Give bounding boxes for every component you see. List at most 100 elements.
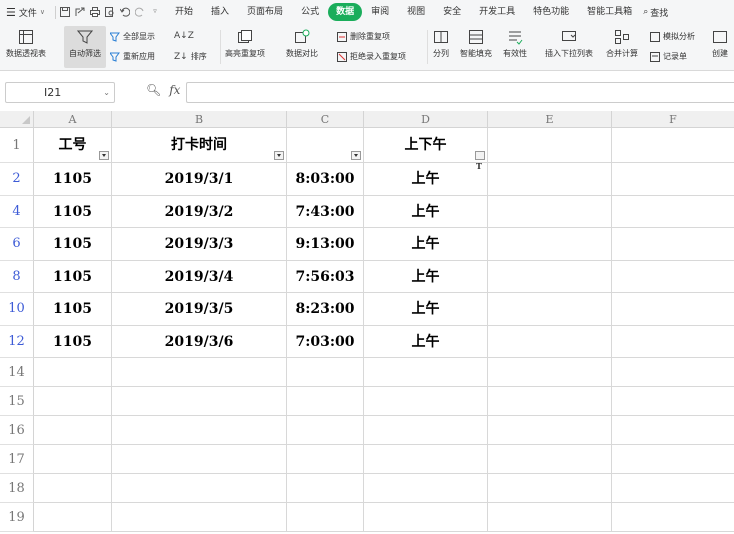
empty-cell[interactable] [612, 163, 734, 196]
tab-home[interactable]: 开始 [166, 3, 202, 21]
empty-cell[interactable] [612, 228, 734, 261]
empty-cell[interactable] [364, 474, 488, 503]
row-header[interactable]: 15 [0, 387, 34, 416]
empty-cell[interactable] [34, 503, 112, 532]
tab-developer[interactable]: 开发工具 [470, 3, 524, 21]
empty-cell[interactable] [34, 358, 112, 387]
formula-input[interactable] [186, 82, 734, 103]
cell-clock-date[interactable]: 2019/3/1 [112, 163, 287, 196]
header-cell-employee-id[interactable]: 工号 [34, 128, 112, 163]
empty-cell[interactable] [112, 387, 287, 416]
empty-cell[interactable] [612, 326, 734, 358]
consolidate-button[interactable]: 合并计算 [606, 24, 638, 59]
row-header[interactable]: 17 [0, 445, 34, 474]
cell-employee-id[interactable]: 1105 [34, 195, 112, 228]
redo-icon[interactable] [134, 7, 145, 17]
empty-cell[interactable] [612, 503, 734, 532]
row-header[interactable]: 14 [0, 358, 34, 387]
column-header-c[interactable]: C [287, 111, 364, 128]
empty-cell[interactable] [287, 445, 364, 474]
filter-dropdown-button[interactable] [274, 151, 284, 160]
empty-cell[interactable] [112, 358, 287, 387]
empty-cell[interactable] [488, 416, 612, 445]
empty-cell[interactable] [488, 293, 612, 326]
tab-insert[interactable]: 插入 [202, 3, 238, 21]
zoom-icon[interactable]: 🔍︎ [146, 83, 161, 97]
cell-clock-time[interactable]: 7:56:03 [287, 260, 364, 293]
empty-cell[interactable] [364, 503, 488, 532]
sort-button[interactable]: Z↓ 排序 [174, 51, 207, 62]
empty-cell[interactable] [34, 416, 112, 445]
cell-am-pm[interactable]: 上午 [364, 325, 488, 358]
remove-duplicates-button[interactable]: 删除重复项 [337, 31, 390, 42]
empty-cell[interactable] [34, 474, 112, 503]
cell-employee-id[interactable]: 1105 [34, 325, 112, 358]
row-header[interactable]: 2 [0, 163, 34, 196]
cell-clock-time[interactable]: 8:03:00 [287, 163, 364, 196]
empty-cell[interactable] [112, 445, 287, 474]
empty-cell[interactable] [364, 358, 488, 387]
empty-cell[interactable] [488, 325, 612, 358]
empty-cell[interactable] [112, 416, 287, 445]
row-header[interactable]: 1 [0, 128, 34, 163]
empty-cell[interactable] [488, 163, 612, 196]
empty-cell[interactable] [34, 387, 112, 416]
sort-ascending-button[interactable]: A↓Z [174, 31, 194, 41]
empty-cell[interactable] [287, 474, 364, 503]
cell-clock-time[interactable]: 8:23:00 [287, 293, 364, 326]
chevron-down-icon[interactable]: ⌄ [103, 83, 110, 102]
empty-cell[interactable] [287, 358, 364, 387]
search-button[interactable]: ⌕ 查找 [643, 6, 668, 19]
undo-icon[interactable] [119, 7, 131, 17]
filter-dropdown-button[interactable] [351, 151, 361, 160]
row-header[interactable]: 8 [0, 260, 34, 293]
column-header-a[interactable]: A [34, 111, 112, 128]
export-icon[interactable] [75, 7, 85, 17]
row-header[interactable]: 19 [0, 503, 34, 532]
empty-cell[interactable] [488, 358, 612, 387]
filter-dropdown-button[interactable] [99, 151, 109, 160]
file-menu[interactable]: ☰ 文件 ∨ [0, 6, 51, 19]
cell-employee-id[interactable]: 1105 [34, 293, 112, 326]
print-icon[interactable] [90, 7, 101, 17]
header-cell-am-pm[interactable]: 上下午 [364, 128, 488, 163]
tab-review[interactable]: 审阅 [362, 3, 398, 21]
empty-cell[interactable] [612, 358, 734, 387]
row-header[interactable]: 10 [0, 293, 34, 326]
validity-button[interactable]: 有效性 [503, 24, 527, 59]
empty-cell[interactable] [287, 503, 364, 532]
insert-function-button[interactable]: fx [169, 83, 180, 97]
cell-clock-date[interactable]: 2019/3/4 [112, 260, 287, 293]
create-group-button[interactable]: 创建 [712, 24, 728, 59]
tab-smart-toolbox[interactable]: 智能工具箱 [578, 3, 641, 21]
show-all-button[interactable]: 全部显示 [109, 31, 155, 42]
cell-am-pm[interactable]: 上午 [364, 195, 488, 228]
header-cell-clock-time[interactable]: 打卡时间 [112, 128, 287, 163]
empty-cell[interactable] [612, 474, 734, 503]
data-compare-button[interactable]: 数据对比 [286, 24, 318, 59]
insert-dropdown-list-button[interactable]: 插入下拉列表 [545, 24, 593, 59]
reapply-button[interactable]: 重新应用 [109, 51, 155, 62]
cell-employee-id[interactable]: 1105 [34, 163, 112, 196]
empty-cell[interactable] [612, 416, 734, 445]
tab-features[interactable]: 特色功能 [524, 3, 578, 21]
empty-cell[interactable] [488, 228, 612, 261]
pivot-table-button[interactable]: 数据透视表 [6, 24, 46, 59]
empty-cell[interactable] [488, 503, 612, 532]
tab-data[interactable]: 数据 [328, 3, 363, 21]
cell-employee-id[interactable]: 1105 [34, 228, 112, 261]
filter-applied-icon[interactable] [475, 151, 485, 160]
empty-cell[interactable] [488, 474, 612, 503]
row-header[interactable]: 18 [0, 474, 34, 503]
empty-cell[interactable] [488, 260, 612, 293]
cell-clock-date[interactable]: 2019/3/5 [112, 293, 287, 326]
cell-am-pm[interactable]: 上午 [364, 293, 488, 326]
empty-cell[interactable] [488, 128, 612, 163]
split-column-button[interactable]: 分列 [433, 24, 449, 59]
cell-employee-id[interactable]: 1105 [34, 260, 112, 293]
highlight-duplicates-button[interactable]: 高亮重复项 [225, 24, 265, 59]
empty-cell[interactable] [112, 474, 287, 503]
empty-cell[interactable] [488, 195, 612, 228]
empty-cell[interactable] [488, 387, 612, 416]
tab-security[interactable]: 安全 [434, 3, 470, 21]
